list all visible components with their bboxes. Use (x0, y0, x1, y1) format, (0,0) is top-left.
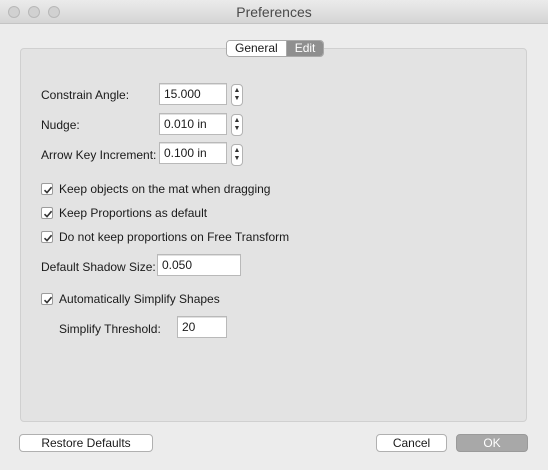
checkmark-icon (43, 186, 53, 194)
nudge-stepper[interactable]: ▲ ▼ (231, 114, 243, 136)
chevron-down-icon[interactable]: ▼ (234, 125, 241, 133)
preferences-window: Preferences General Edit Constrain Angle… (0, 0, 548, 470)
window-title: Preferences (236, 4, 312, 20)
arrow-key-increment-input[interactable]: 0.100 in (159, 142, 227, 164)
tab-edit[interactable]: Edit (286, 41, 324, 56)
chevron-up-icon[interactable]: ▲ (234, 147, 241, 155)
free-transform-row[interactable]: Do not keep proportions on Free Transfor… (41, 230, 289, 244)
keep-proportions-label: Keep Proportions as default (59, 206, 208, 220)
nudge-label: Nudge: (41, 118, 80, 132)
chevron-down-icon[interactable]: ▼ (234, 155, 241, 163)
free-transform-label: Do not keep proportions on Free Transfor… (59, 230, 290, 244)
checkmark-icon (43, 210, 53, 218)
title-bar: Preferences (0, 0, 548, 24)
auto-simplify-row[interactable]: Automatically Simplify Shapes (41, 292, 220, 306)
constrain-angle-input[interactable]: 15.000 (159, 83, 227, 105)
restore-defaults-button[interactable]: Restore Defaults (19, 434, 153, 452)
free-transform-checkbox[interactable] (41, 231, 53, 243)
chevron-up-icon[interactable]: ▲ (234, 87, 241, 95)
nudge-input[interactable]: 0.010 in (159, 113, 227, 135)
arrow-key-increment-stepper[interactable]: ▲ ▼ (231, 144, 243, 166)
checkmark-icon (43, 234, 53, 242)
arrow-key-increment-label: Arrow Key Increment: (41, 148, 157, 162)
simplify-threshold-input[interactable]: 20 (177, 316, 227, 338)
keep-on-mat-checkbox[interactable] (41, 183, 53, 195)
ok-button[interactable]: OK (456, 434, 528, 452)
constrain-angle-label: Constrain Angle: (41, 88, 130, 102)
chevron-up-icon[interactable]: ▲ (234, 117, 241, 125)
constrain-angle-stepper[interactable]: ▲ ▼ (231, 84, 243, 106)
keep-proportions-checkbox[interactable] (41, 207, 53, 219)
auto-simplify-label: Automatically Simplify Shapes (59, 292, 220, 306)
default-shadow-size-label: Default Shadow Size: (41, 260, 156, 274)
auto-simplify-checkbox[interactable] (41, 293, 53, 305)
keep-on-mat-row[interactable]: Keep objects on the mat when dragging (41, 182, 270, 196)
cancel-button[interactable]: Cancel (376, 434, 447, 452)
keep-on-mat-label: Keep objects on the mat when dragging (59, 182, 271, 196)
keep-proportions-row[interactable]: Keep Proportions as default (41, 206, 207, 220)
tab-bar: General Edit (226, 40, 325, 57)
chevron-down-icon[interactable]: ▼ (234, 95, 241, 103)
default-shadow-size-input[interactable]: 0.050 (157, 254, 241, 276)
tab-general[interactable]: General (227, 41, 287, 56)
checkmark-icon (43, 296, 53, 304)
simplify-threshold-label: Simplify Threshold: (59, 322, 161, 336)
